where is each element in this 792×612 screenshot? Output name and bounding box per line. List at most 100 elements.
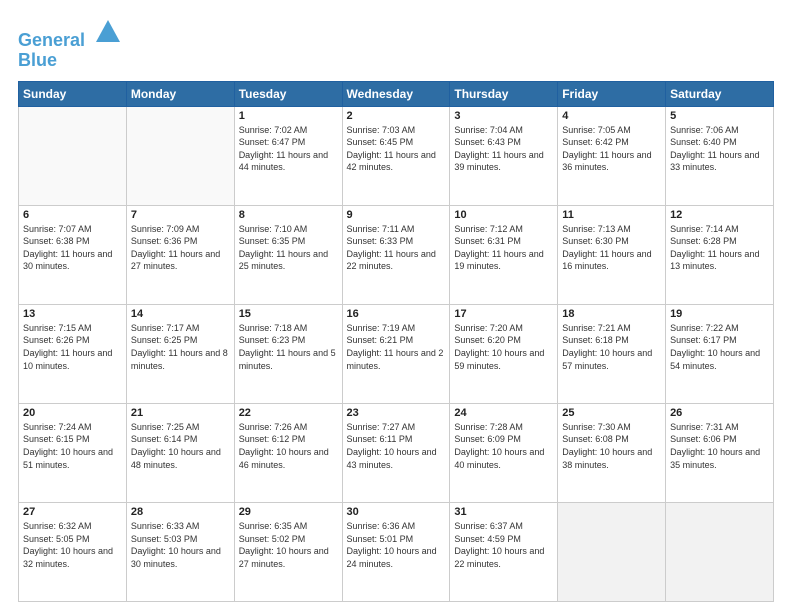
page: General Blue SundayMondayTuesdayWednesda… — [0, 0, 792, 612]
calendar-cell: 29Sunrise: 6:35 AM Sunset: 5:02 PM Dayli… — [234, 502, 342, 601]
calendar-cell: 31 Sunrise: 6:37 AM Sunset: 4:59 PM Dayli… — [450, 502, 558, 601]
day-number: 18 — [562, 308, 661, 320]
week-row-4: 27 Sunrise: 6:32 AM Sunset: 5:05 PM Dayli… — [19, 502, 774, 601]
calendar-cell: 25 Sunrise: 7:30 AM Sunset: 6:08 PM Dayli… — [558, 403, 666, 502]
calendar-cell: 19Sunrise: 7:22 AM Sunset: 6:17 PM Dayli… — [666, 304, 774, 403]
calendar-cell: 7 Sunrise: 7:09 AM Sunset: 6:36 PM Daylig… — [126, 205, 234, 304]
calendar-cell: 10 Sunrise: 7:12 AM Sunset: 6:31 PM Dayli… — [450, 205, 558, 304]
day-info: Sunrise: 7:10 AM Sunset: 6:35 PM Dayligh… — [239, 223, 338, 273]
day-info: Sunrise: 7:05 AM Sunset: 6:42 PM Dayligh… — [562, 124, 661, 174]
day-info: Sunrise: 6:33 AM Sunset: 5:03 PM Dayligh… — [131, 520, 230, 570]
day-number: 13 — [23, 308, 122, 320]
calendar-cell: 9 Sunrise: 7:11 AM Sunset: 6:33 PM Daylig… — [342, 205, 450, 304]
day-info: Sunrise: 7:30 AM Sunset: 6:08 PM Dayligh… — [562, 421, 661, 471]
calendar-cell: 21 Sunrise: 7:25 AM Sunset: 6:14 PM Dayli… — [126, 403, 234, 502]
day-info: Sunrise: 7:22 AM Sunset: 6:17 PM Dayligh… — [670, 322, 769, 372]
calendar-cell: 24 Sunrise: 7:28 AM Sunset: 6:09 PM Dayli… — [450, 403, 558, 502]
day-number: 12 — [670, 209, 769, 221]
calendar-cell: 3Sunrise: 7:04 AM Sunset: 6:43 PM Daylig… — [450, 106, 558, 205]
calendar-cell: 2 Sunrise: 7:03 AM Sunset: 6:45 PM Daylig… — [342, 106, 450, 205]
calendar-cell: 14Sunrise: 7:17 AM Sunset: 6:25 PM Dayli… — [126, 304, 234, 403]
calendar-cell: 28 Sunrise: 6:33 AM Sunset: 5:03 PM Dayli… — [126, 502, 234, 601]
day-number: 15 — [239, 308, 338, 320]
day-info: Sunrise: 7:09 AM Sunset: 6:36 PM Dayligh… — [131, 223, 230, 273]
day-info: Sunrise: 7:06 AM Sunset: 6:40 PM Dayligh… — [670, 124, 769, 174]
day-number: 4 — [562, 110, 661, 122]
calendar-cell: 1Sunrise: 7:02 AM Sunset: 6:47 PM Daylig… — [234, 106, 342, 205]
calendar-cell: 15 Sunrise: 7:18 AM Sunset: 6:23 PM Dayli… — [234, 304, 342, 403]
day-number: 5 — [670, 110, 769, 122]
logo: General Blue — [18, 18, 122, 71]
day-info: Sunrise: 7:17 AM Sunset: 6:25 PM Dayligh… — [131, 322, 230, 372]
calendar-table: SundayMondayTuesdayWednesdayThursdayFrid… — [18, 81, 774, 602]
header: General Blue — [18, 18, 774, 71]
calendar-cell — [666, 502, 774, 601]
logo-icon — [94, 18, 122, 46]
day-number: 1 — [239, 110, 338, 122]
day-number: 16 — [347, 308, 446, 320]
day-number: 30 — [347, 506, 446, 518]
calendar-cell: 17 Sunrise: 7:20 AM Sunset: 6:20 PM Dayli… — [450, 304, 558, 403]
calendar-cell — [558, 502, 666, 601]
day-number: 27 — [23, 506, 122, 518]
weekday-header-row: SundayMondayTuesdayWednesdayThursdayFrid… — [19, 81, 774, 106]
logo-blue: Blue — [18, 51, 122, 71]
day-number: 10 — [454, 209, 553, 221]
day-info: Sunrise: 7:28 AM Sunset: 6:09 PM Dayligh… — [454, 421, 553, 471]
week-row-0: 1Sunrise: 7:02 AM Sunset: 6:47 PM Daylig… — [19, 106, 774, 205]
day-number: 25 — [562, 407, 661, 419]
day-number: 26 — [670, 407, 769, 419]
day-info: Sunrise: 6:37 AM Sunset: 4:59 PM Dayligh… — [454, 520, 553, 570]
day-info: Sunrise: 7:20 AM Sunset: 6:20 PM Dayligh… — [454, 322, 553, 372]
week-row-1: 6 Sunrise: 7:07 AM Sunset: 6:38 PM Daylig… — [19, 205, 774, 304]
calendar-cell: 4 Sunrise: 7:05 AM Sunset: 6:42 PM Daylig… — [558, 106, 666, 205]
weekday-saturday: Saturday — [666, 81, 774, 106]
day-number: 28 — [131, 506, 230, 518]
day-number: 31 — [454, 506, 553, 518]
calendar-cell: 23 Sunrise: 7:27 AM Sunset: 6:11 PM Dayli… — [342, 403, 450, 502]
day-number: 7 — [131, 209, 230, 221]
day-info: Sunrise: 7:21 AM Sunset: 6:18 PM Dayligh… — [562, 322, 661, 372]
day-number: 8 — [239, 209, 338, 221]
calendar-cell: 8 Sunrise: 7:10 AM Sunset: 6:35 PM Daylig… — [234, 205, 342, 304]
weekday-sunday: Sunday — [19, 81, 127, 106]
calendar-cell: 13 Sunrise: 7:15 AM Sunset: 6:26 PM Dayli… — [19, 304, 127, 403]
day-info: Sunrise: 7:18 AM Sunset: 6:23 PM Dayligh… — [239, 322, 338, 372]
calendar-cell — [19, 106, 127, 205]
day-number: 21 — [131, 407, 230, 419]
day-info: Sunrise: 7:13 AM Sunset: 6:30 PM Dayligh… — [562, 223, 661, 273]
day-info: Sunrise: 7:27 AM Sunset: 6:11 PM Dayligh… — [347, 421, 446, 471]
day-info: Sunrise: 7:25 AM Sunset: 6:14 PM Dayligh… — [131, 421, 230, 471]
calendar-cell: 11 Sunrise: 7:13 AM Sunset: 6:30 PM Dayli… — [558, 205, 666, 304]
calendar-cell: 22Sunrise: 7:26 AM Sunset: 6:12 PM Dayli… — [234, 403, 342, 502]
day-info: Sunrise: 7:19 AM Sunset: 6:21 PM Dayligh… — [347, 322, 446, 372]
calendar-cell: 5 Sunrise: 7:06 AM Sunset: 6:40 PM Daylig… — [666, 106, 774, 205]
calendar-cell: 26 Sunrise: 7:31 AM Sunset: 6:06 PM Dayli… — [666, 403, 774, 502]
day-number: 9 — [347, 209, 446, 221]
day-info: Sunrise: 7:07 AM Sunset: 6:38 PM Dayligh… — [23, 223, 122, 273]
calendar-cell: 20Sunrise: 7:24 AM Sunset: 6:15 PM Dayli… — [19, 403, 127, 502]
calendar-cell: 18 Sunrise: 7:21 AM Sunset: 6:18 PM Dayli… — [558, 304, 666, 403]
calendar-cell — [126, 106, 234, 205]
calendar-cell: 30 Sunrise: 6:36 AM Sunset: 5:01 PM Dayli… — [342, 502, 450, 601]
calendar-cell: 16 Sunrise: 7:19 AM Sunset: 6:21 PM Dayli… — [342, 304, 450, 403]
day-info: Sunrise: 7:26 AM Sunset: 6:12 PM Dayligh… — [239, 421, 338, 471]
day-number: 23 — [347, 407, 446, 419]
day-info: Sunrise: 7:12 AM Sunset: 6:31 PM Dayligh… — [454, 223, 553, 273]
day-info: Sunrise: 7:03 AM Sunset: 6:45 PM Dayligh… — [347, 124, 446, 174]
day-info: Sunrise: 7:15 AM Sunset: 6:26 PM Dayligh… — [23, 322, 122, 372]
day-number: 11 — [562, 209, 661, 221]
day-number: 24 — [454, 407, 553, 419]
day-number: 17 — [454, 308, 553, 320]
calendar-cell: 12Sunrise: 7:14 AM Sunset: 6:28 PM Dayli… — [666, 205, 774, 304]
day-number: 2 — [347, 110, 446, 122]
day-info: Sunrise: 6:32 AM Sunset: 5:05 PM Dayligh… — [23, 520, 122, 570]
logo-general: General — [18, 30, 85, 50]
day-info: Sunrise: 6:36 AM Sunset: 5:01 PM Dayligh… — [347, 520, 446, 570]
day-number: 6 — [23, 209, 122, 221]
day-info: Sunrise: 7:11 AM Sunset: 6:33 PM Dayligh… — [347, 223, 446, 273]
day-info: Sunrise: 6:35 AM Sunset: 5:02 PM Dayligh… — [239, 520, 338, 570]
weekday-thursday: Thursday — [450, 81, 558, 106]
weekday-tuesday: Tuesday — [234, 81, 342, 106]
day-info: Sunrise: 7:31 AM Sunset: 6:06 PM Dayligh… — [670, 421, 769, 471]
